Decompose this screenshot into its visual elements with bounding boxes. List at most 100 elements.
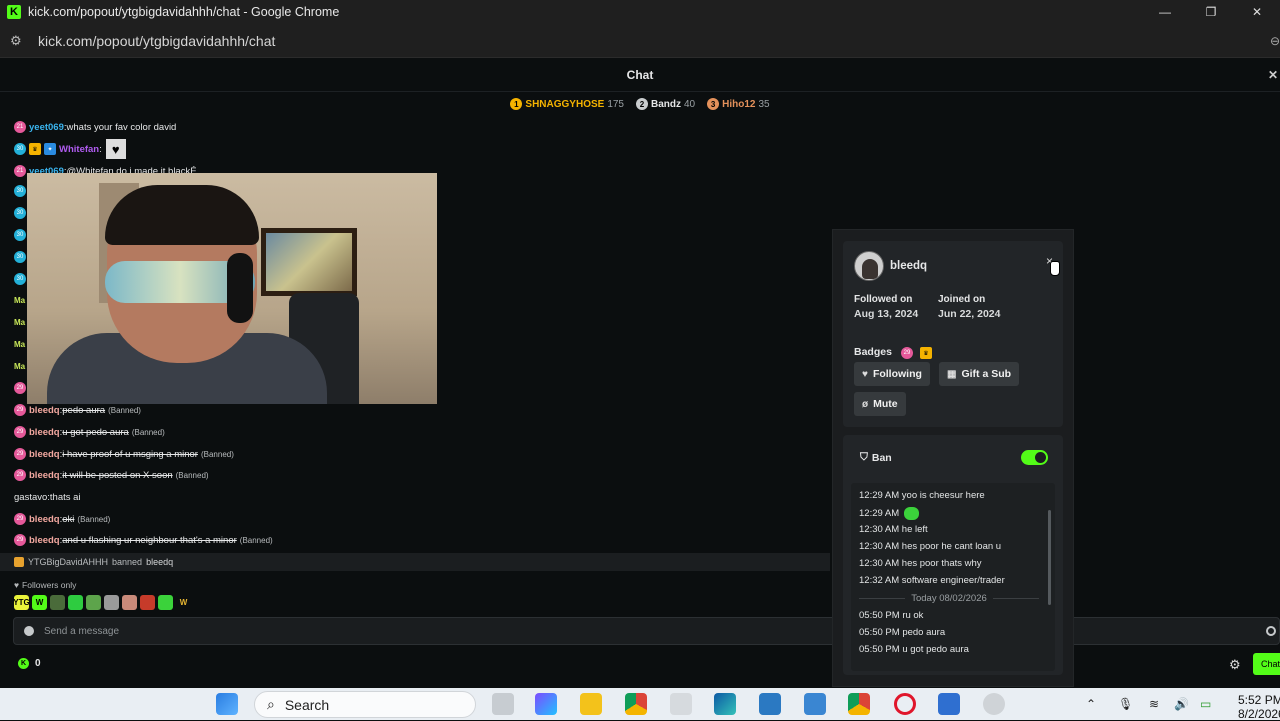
emote-green-icon[interactable] [68,595,83,610]
following-label: Following [872,368,922,380]
rank-badge-icon: 1 [510,98,523,110]
gifter-1[interactable]: 1 SHNAGGYHOSE 175 [510,98,624,110]
mute-button[interactable]: ø Mute [854,392,906,416]
ban-row: ⛉ Ban [860,451,892,464]
following-button[interactable]: ♥ Following [854,362,930,386]
chat-username[interactable]: bleedq [29,449,60,460]
emote-w-gold-icon[interactable]: W [176,595,191,610]
address-bar[interactable]: ⚙ kick.com/popout/ytgbigdavidahhh/chat ⊖ [0,24,1280,58]
emote-w-icon[interactable]: W [32,595,47,610]
sub-badge-icon: 29 [901,347,913,359]
system-clock[interactable]: 5:52 PM 8/2/2026 [1238,693,1280,721]
crown-badge-icon: ♛ [29,143,41,155]
restore-icon[interactable]: ❐ [1188,0,1234,24]
message-placeholder[interactable]: Send a message [44,626,119,637]
webcam-overlay[interactable] [27,173,437,404]
message-input[interactable]: Send a message [13,617,1280,645]
chat-username[interactable]: gastavo [14,492,47,503]
chat-message: 29 bleedq: u got pedo aura (Banned) [14,423,165,441]
shield-icon [14,557,24,567]
gifter-name: Bandz [651,98,681,110]
chat-username[interactable]: bleedq [29,427,60,438]
points-value: 0 [35,658,41,669]
chat-username[interactable]: Whitefan [59,144,99,155]
ban-target: bleedq [146,557,174,567]
chrome-icon[interactable] [625,693,647,715]
top-gifters: 1 SHNAGGYHOSE 175 2 Bandz 40 3 Hiho12 35 [0,94,1280,114]
emoji-icon[interactable] [24,626,34,636]
app-icon[interactable] [804,693,826,715]
verified-badge-icon: ✦ [44,143,56,155]
user-card-popup: bleedq × Followed on Aug 13, 2024 Joined… [832,229,1074,687]
edge-icon[interactable] [714,693,736,715]
channel-points[interactable]: K 0 [18,658,41,669]
chat-text: pedo aura [62,404,106,416]
emote-gray-icon[interactable] [104,595,119,610]
battery-icon[interactable]: ▭ [1200,697,1211,711]
microphone-icon[interactable]: 🎙 [1118,697,1133,711]
clock-date: 8/2/2026 [1238,707,1280,721]
chevron-up-icon[interactable]: ⌃ [1086,697,1096,711]
url-text[interactable]: kick.com/popout/ytgbigdavidahhh/chat [38,33,275,49]
file-explorer-icon[interactable] [580,693,602,715]
history-scrollbar[interactable] [1048,510,1051,605]
send-chat-button[interactable]: Chat [1253,653,1280,675]
chrome-profile-icon[interactable] [848,693,870,715]
emote-mask-icon[interactable] [140,595,155,610]
chat-username[interactable]: bleedq [29,470,60,481]
ban-toggle[interactable] [1021,450,1048,465]
site-info-icon[interactable]: ⚙ [10,33,26,49]
avatar[interactable] [854,251,884,281]
ban-moderator: YTGBigDavidAHHH [28,557,109,567]
gift-sub-label: Gift a Sub [961,368,1012,380]
kick-favicon-icon: K [7,5,21,19]
emote-pepe-icon[interactable] [86,595,101,610]
kick-points-icon: K [18,658,29,669]
task-view-icon[interactable] [492,693,514,715]
volume-icon[interactable]: 🔊 [1174,697,1189,711]
close-window-icon[interactable]: ✕ [1234,0,1280,24]
emote-picker-icon[interactable] [1266,626,1276,636]
taskbar-search[interactable]: ⌕ Search [254,691,476,718]
chat-text: oki [62,513,75,525]
wifi-icon[interactable]: ≋ [1149,697,1159,711]
store-icon[interactable] [670,693,692,715]
extension-icon[interactable]: ⊖ [1270,34,1280,48]
gifter-2[interactable]: 2 Bandz 40 [636,98,695,110]
opera-icon[interactable] [894,693,916,715]
history-item: 12:30 AM he left [859,524,928,535]
rank-badge-icon: 2 [636,98,648,110]
message-history[interactable]: 12:29 AM yoo is cheesur here 12:29 AM 12… [851,483,1055,671]
copilot-icon[interactable] [535,693,557,715]
chat-username[interactable]: yeet069 [29,122,64,133]
chat-username[interactable]: bleedq [29,405,60,416]
chat-username[interactable]: bleedq [29,535,60,546]
close-chat-icon[interactable]: ✕ [1268,68,1278,82]
settings-gear-icon[interactable]: ⚙ [1229,657,1241,673]
other-app-icon[interactable] [983,693,1005,715]
heart-icon: ♥ [862,368,868,380]
history-item: 12:32 AM software engineer/trader [859,575,1005,586]
emote-ytg-icon[interactable]: YTG [13,595,30,610]
history-item: 12:29 AM [859,507,919,520]
date-divider: Today 08/02/2026 [859,593,1040,604]
emote-kick-icon[interactable] [158,595,173,610]
rank-badge-icon: 3 [707,98,720,110]
search-icon: ⌕ [267,696,275,712]
green-emote-icon [903,507,919,520]
photos-icon[interactable] [759,693,781,715]
emote-face-icon[interactable] [122,595,137,610]
emote-frog-icon[interactable] [50,595,65,610]
user-card-username[interactable]: bleedq [890,260,927,272]
chat-username[interactable]: bleedq [29,514,60,525]
history-item: 05:50 PM pedo aura [859,627,946,638]
windows-start-icon[interactable] [216,693,238,715]
username-fragment: Ma [14,296,26,305]
webcam-headset [227,253,253,323]
gifter-count: 175 [607,98,624,110]
gift-sub-button[interactable]: ▦ Gift a Sub [939,362,1020,386]
gifter-3[interactable]: 3 Hiho12 35 [707,98,770,110]
sub-badge-icon: 30 [14,207,26,219]
minimize-icon[interactable]: — [1142,0,1188,24]
paint-icon[interactable] [938,693,960,715]
